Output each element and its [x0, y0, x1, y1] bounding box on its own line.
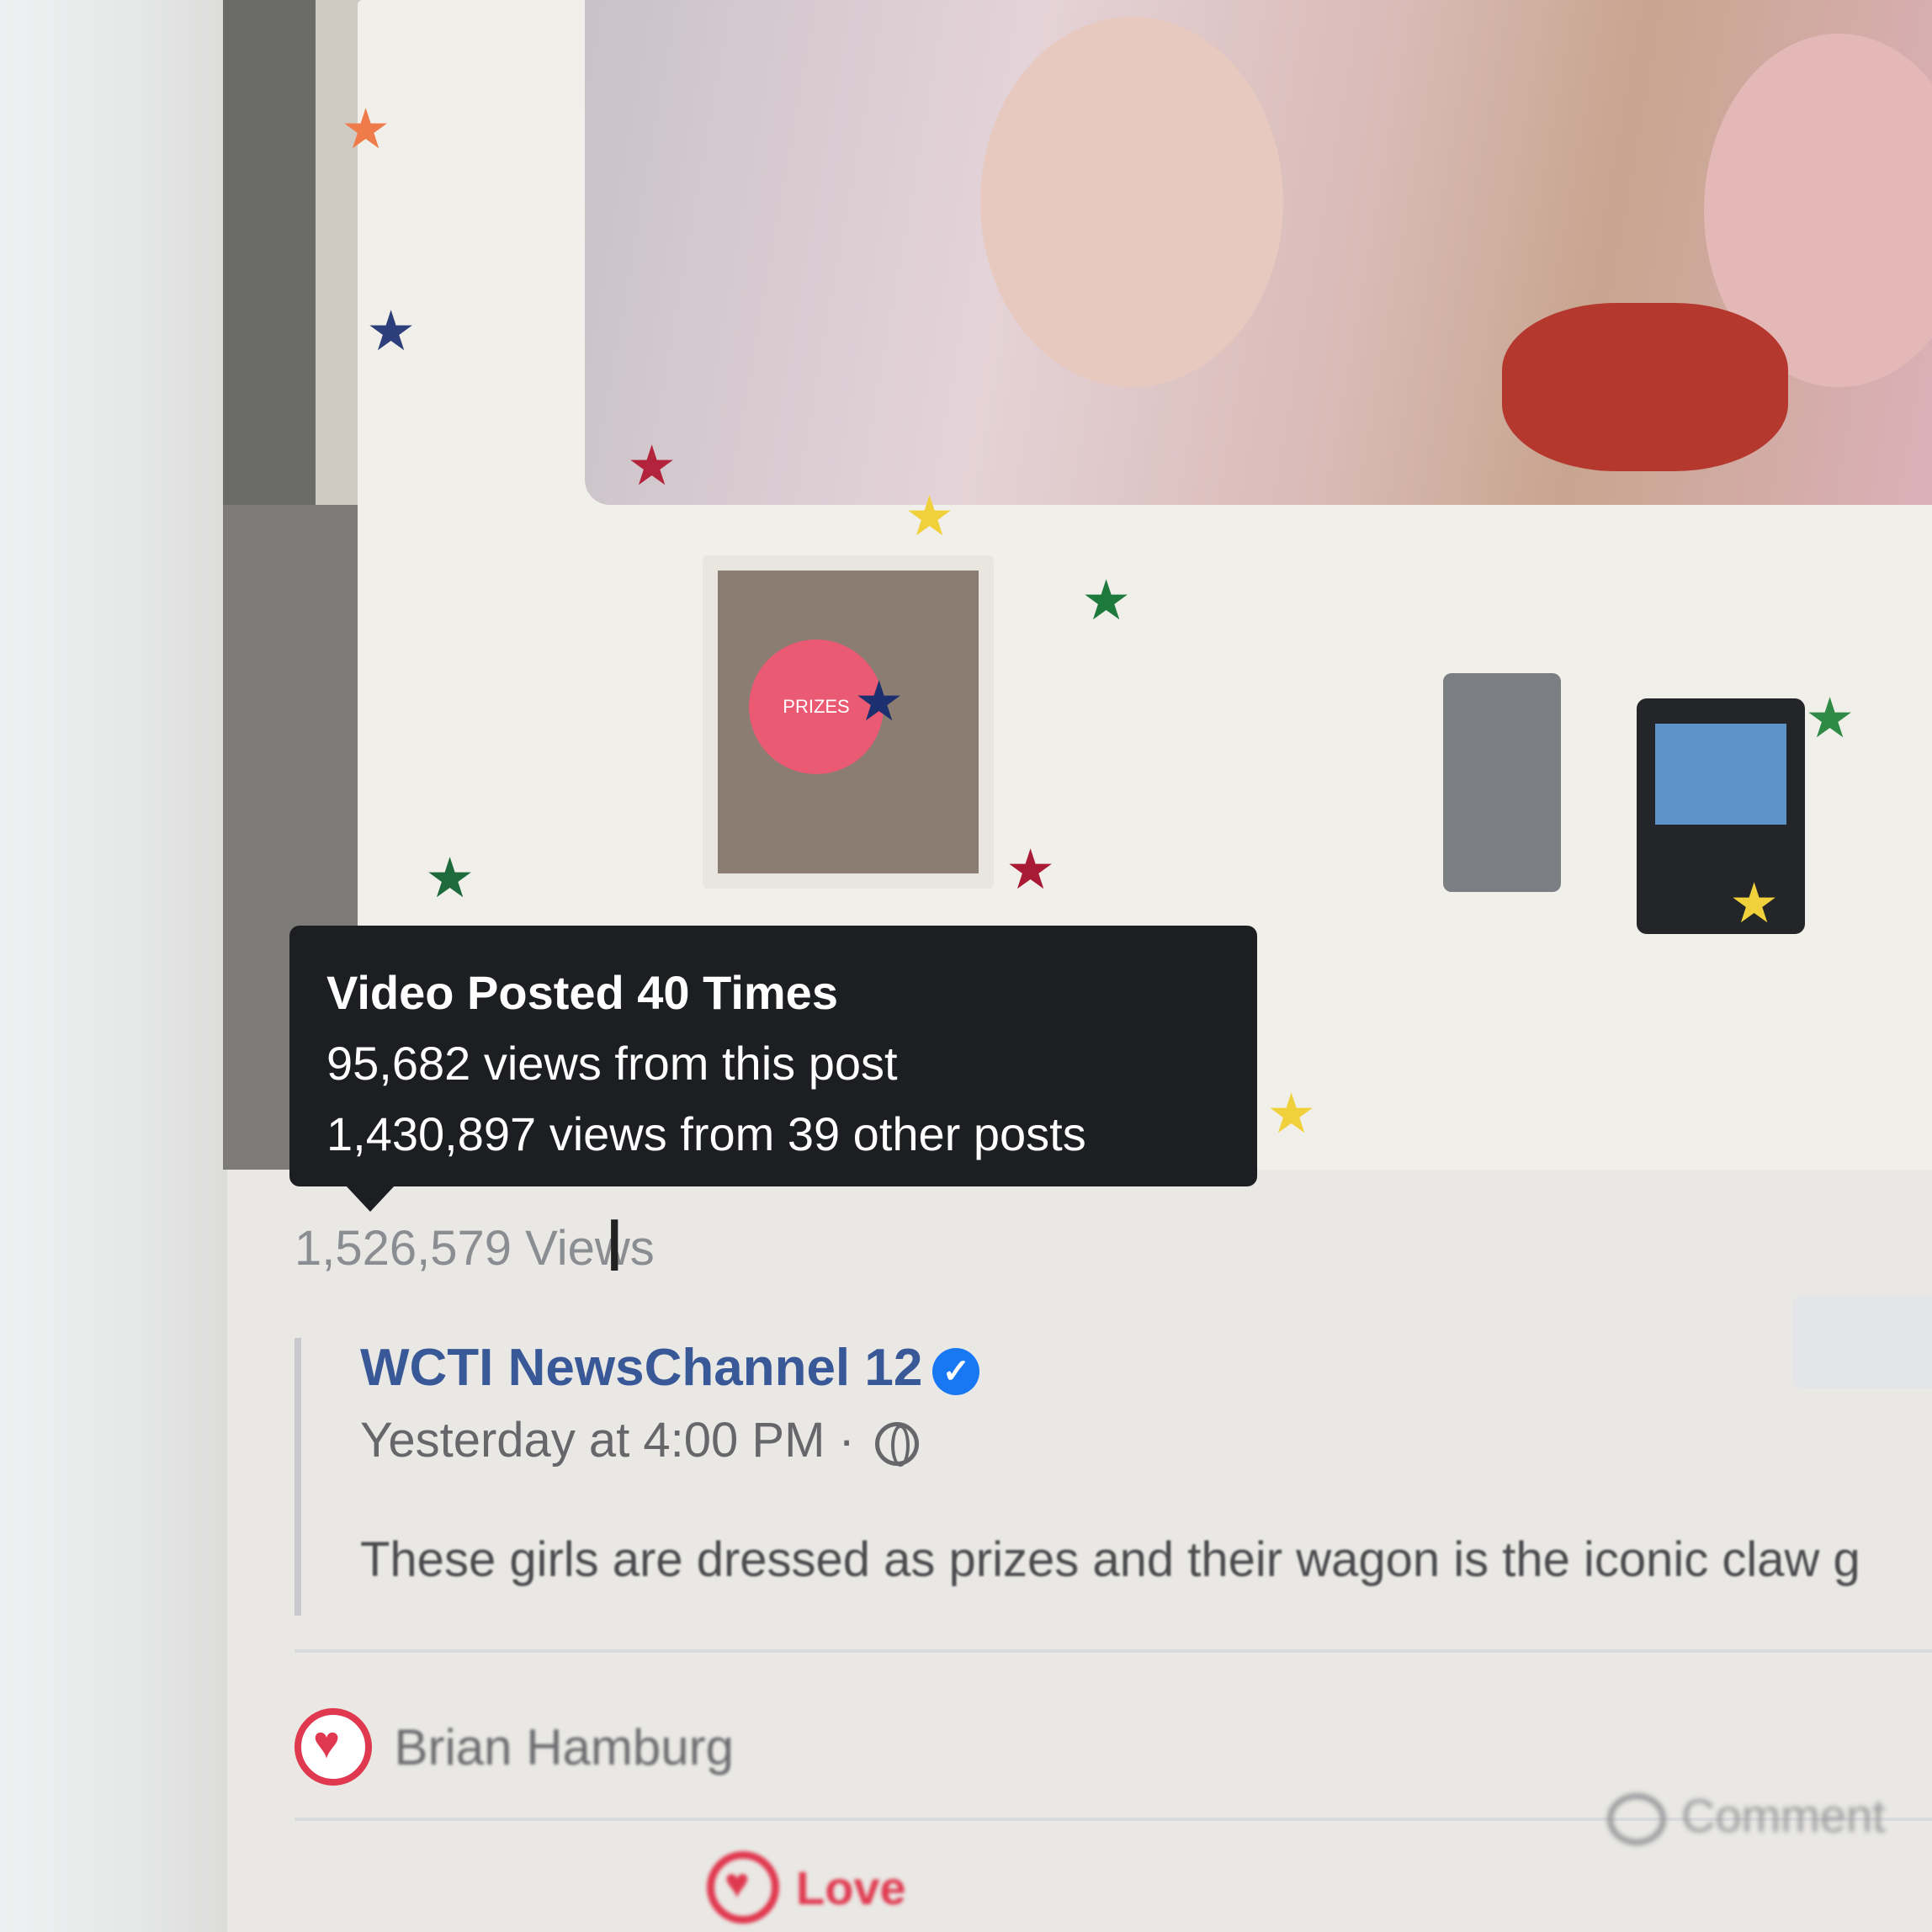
page-gutter	[0, 0, 227, 1932]
star-icon: ★	[1729, 872, 1780, 934]
star-icon: ★	[425, 847, 475, 909]
post-timestamp[interactable]: Yesterday at 4:00 PM ·	[360, 1413, 855, 1468]
shared-post: WCTI NewsChannel 12 ✓ Yesterday at 4:00 P…	[295, 1338, 1932, 1616]
video-kid-left	[980, 17, 1283, 387]
video-candy	[1502, 303, 1788, 471]
divider	[295, 1649, 1932, 1653]
comment-button[interactable]: Comment	[1607, 1788, 1886, 1846]
reaction-user-name: Brian Hamburg	[394, 1718, 734, 1775]
star-icon: ★	[1805, 687, 1855, 749]
post-text: These girls are dressed as prizes and th…	[360, 1532, 1860, 1587]
globe-icon	[874, 1421, 919, 1467]
love-heart-icon	[295, 1708, 372, 1786]
tooltip-arrow	[345, 1185, 395, 1212]
star-icon: ★	[1266, 1082, 1317, 1144]
love-icon	[707, 1851, 779, 1924]
verified-check-icon: ✓	[932, 1347, 980, 1395]
text-cursor-icon: I	[604, 1203, 625, 1287]
comment-label: Comment	[1681, 1789, 1886, 1842]
reaction-summary[interactable]: Brian Hamburg	[295, 1708, 734, 1786]
star-icon: ★	[1006, 838, 1056, 900]
video-coin-slot	[1443, 673, 1561, 892]
star-icon: ★	[905, 485, 955, 547]
star-icon: ★	[366, 300, 417, 362]
love-label: Love	[796, 1860, 906, 1914]
post-time-row: Yesterday at 4:00 PM ·	[360, 1412, 919, 1468]
comment-icon	[1607, 1793, 1666, 1846]
video-claw-screen	[1637, 698, 1805, 934]
star-icon: ★	[1081, 569, 1132, 631]
star-icon: ★	[854, 670, 905, 732]
view-count[interactable]: 1,526,579 Views	[295, 1220, 655, 1276]
views-tooltip: Video Posted 40 Times 95,682 views from …	[289, 926, 1257, 1186]
tooltip-other-posts-views: 1,430,897 views from 39 other posts	[326, 1107, 1086, 1160]
tooltip-title: Video Posted 40 Times	[326, 966, 838, 1019]
tooltip-this-post-views: 95,682 views from this post	[326, 1037, 898, 1090]
love-button[interactable]: Love	[707, 1851, 906, 1924]
post-author-link[interactable]: WCTI NewsChannel 12	[360, 1339, 922, 1397]
star-icon: ★	[341, 98, 391, 160]
post-author-row: WCTI NewsChannel 12 ✓	[360, 1338, 980, 1398]
star-icon: ★	[627, 434, 677, 496]
